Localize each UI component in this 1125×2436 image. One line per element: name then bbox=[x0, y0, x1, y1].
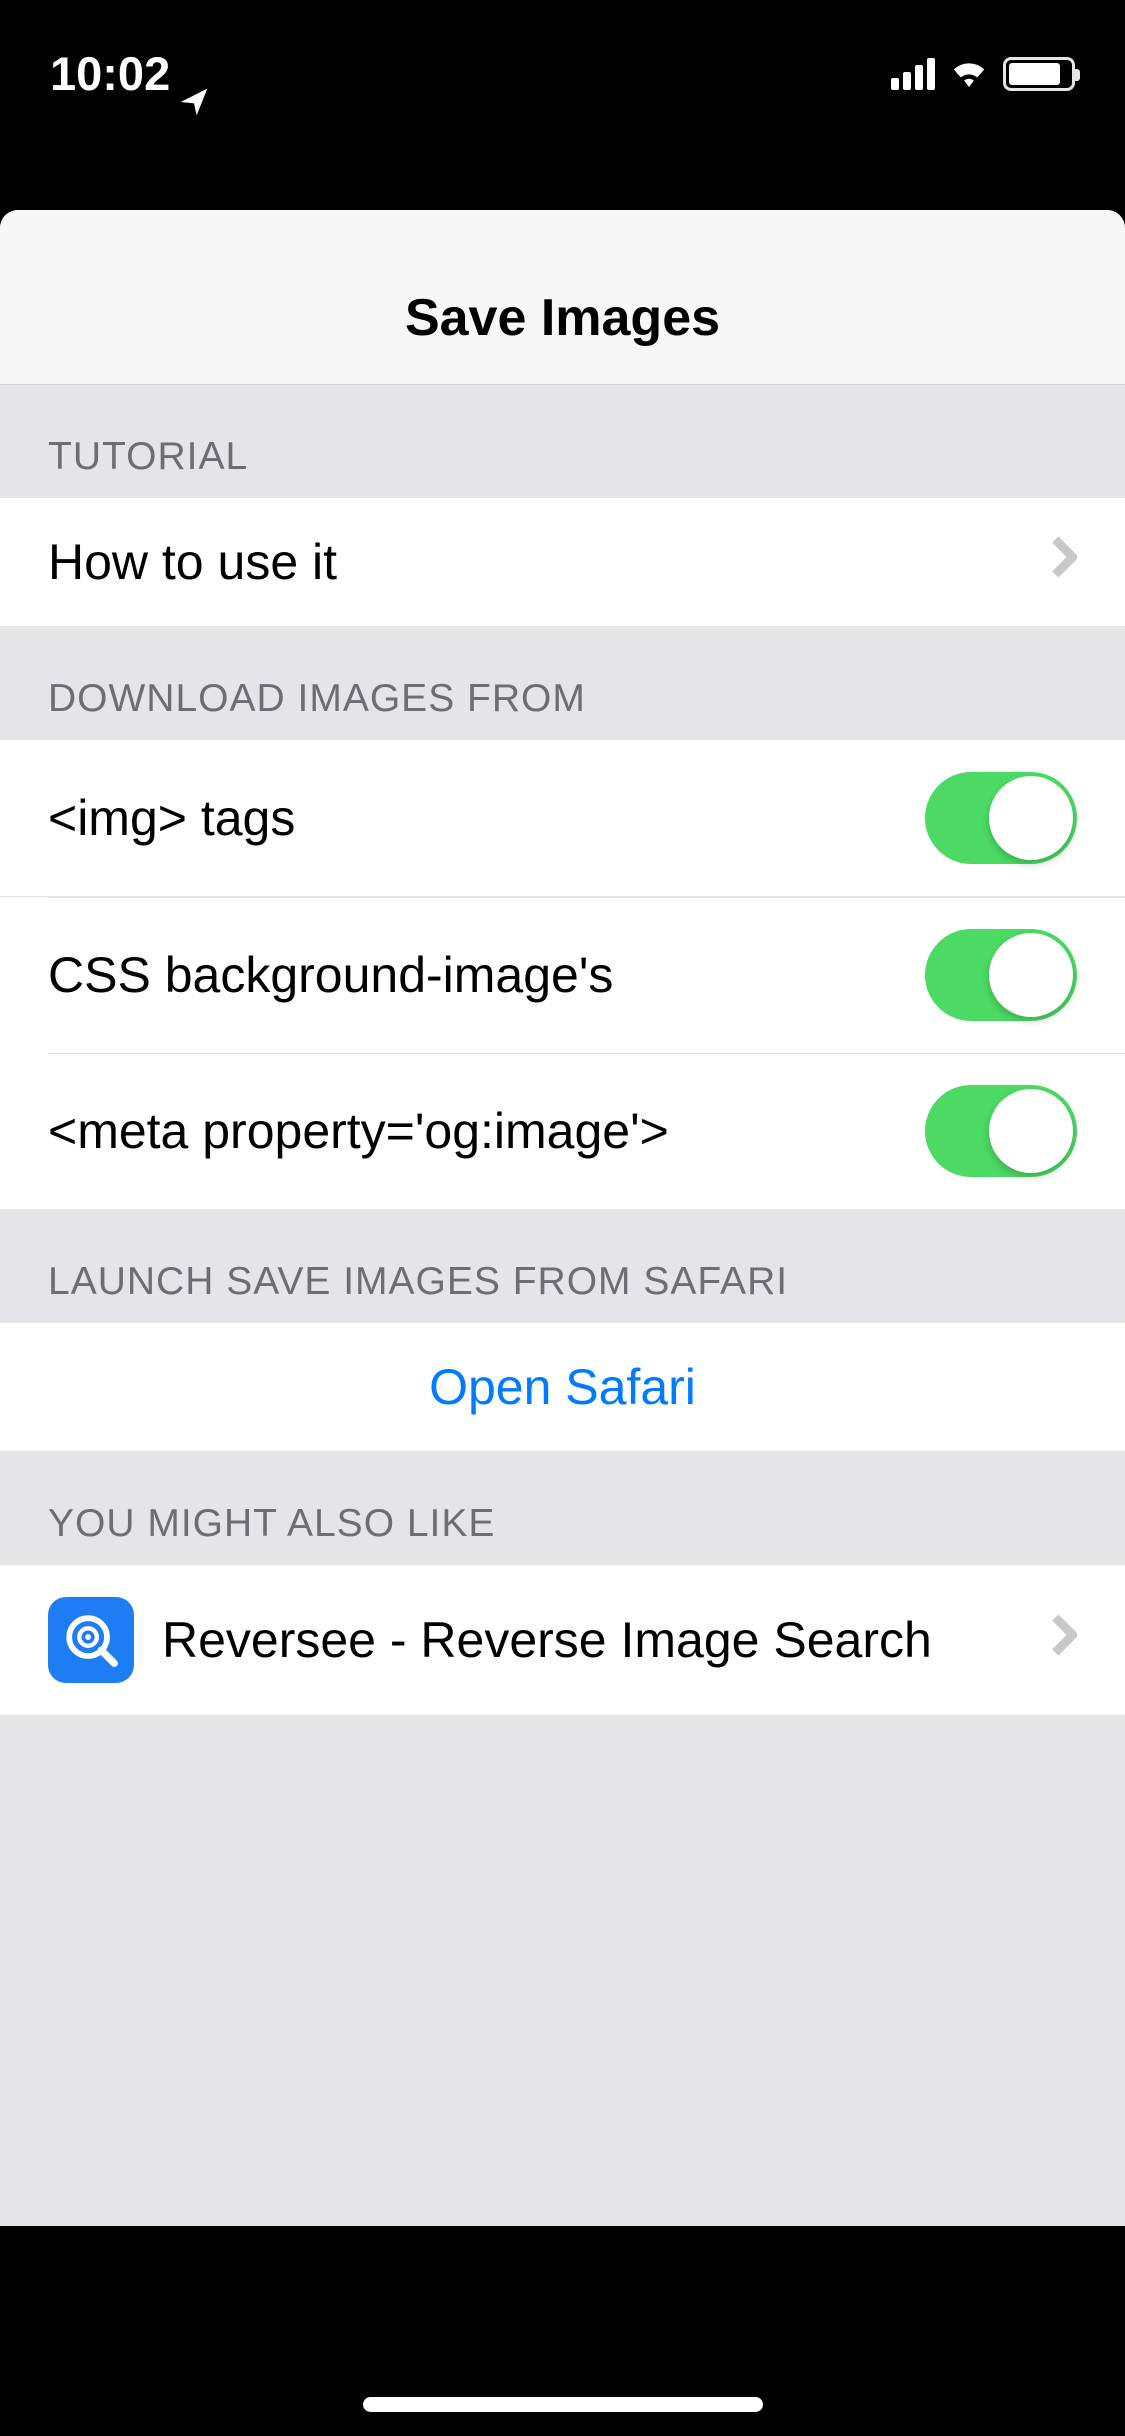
open-safari-button: Open Safari bbox=[48, 1358, 1077, 1416]
toggle-meta-og[interactable] bbox=[925, 1085, 1077, 1177]
section-header-launch: LAUNCH SAVE IMAGES FROM SAFARI bbox=[0, 1210, 1125, 1322]
section-header-recommend: YOU MIGHT ALSO LIKE bbox=[0, 1452, 1125, 1564]
toggle-css-background[interactable] bbox=[925, 929, 1077, 1021]
home-indicator[interactable] bbox=[363, 2397, 763, 2412]
status-bar-time: 10:02 bbox=[50, 46, 170, 101]
battery-icon bbox=[1003, 57, 1075, 91]
row-label: <meta property='og:image'> bbox=[48, 1102, 925, 1160]
row-label: Reversee - Reverse Image Search bbox=[162, 1611, 1051, 1669]
page-title: Save Images bbox=[0, 288, 1125, 348]
status-bar: 10:02 bbox=[0, 0, 1125, 132]
section-header-tutorial: TUTORIAL bbox=[0, 385, 1125, 497]
chevron-right-icon bbox=[1051, 1613, 1077, 1668]
toggle-img-tags[interactable] bbox=[925, 772, 1077, 864]
section-header-download: DOWNLOAD IMAGES FROM bbox=[0, 627, 1125, 739]
status-bar-right bbox=[891, 55, 1075, 92]
row-how-to-use[interactable]: How to use it bbox=[0, 497, 1125, 627]
chevron-right-icon bbox=[1051, 535, 1077, 590]
row-meta-og-image: <meta property='og:image'> bbox=[0, 1053, 1125, 1210]
row-css-background: CSS background-image's bbox=[0, 897, 1125, 1053]
row-label: CSS background-image's bbox=[48, 946, 925, 1004]
cellular-signal-icon bbox=[891, 58, 935, 90]
row-reversee-app[interactable]: Reversee - Reverse Image Search bbox=[0, 1564, 1125, 1716]
row-label: How to use it bbox=[48, 533, 1051, 591]
reversee-app-icon bbox=[48, 1597, 134, 1683]
nav-header: Save Images bbox=[0, 210, 1125, 385]
status-bar-left: 10:02 bbox=[50, 46, 178, 101]
row-label: <img> tags bbox=[48, 789, 925, 847]
row-img-tags: <img> tags bbox=[0, 739, 1125, 897]
wifi-icon bbox=[949, 55, 989, 92]
screen-content: Save Images TUTORIAL How to use it DOWNL… bbox=[0, 210, 1125, 2226]
row-open-safari[interactable]: Open Safari bbox=[0, 1322, 1125, 1452]
